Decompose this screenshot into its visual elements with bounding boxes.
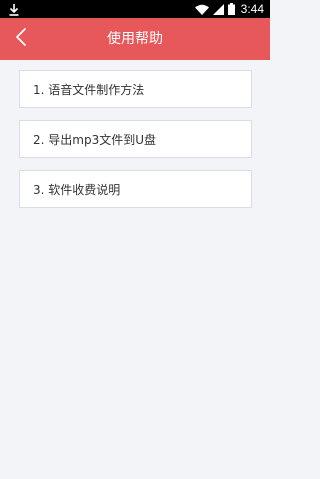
help-item-label: 1. 语音文件制作方法	[33, 82, 145, 97]
signal-icon	[212, 0, 224, 19]
status-time: 3:44	[240, 2, 264, 16]
wifi-icon	[194, 0, 209, 19]
page-title: 使用帮助	[107, 31, 163, 47]
help-item-export-mp3[interactable]: 2. 导出mp3文件到U盘	[19, 120, 252, 158]
download-icon	[8, 2, 20, 16]
help-item-fee-info[interactable]: 3. 软件收费说明	[19, 170, 252, 208]
help-list: 1. 语音文件制作方法 2. 导出mp3文件到U盘 3. 软件收费说明	[19, 70, 252, 220]
help-item-voice-file[interactable]: 1. 语音文件制作方法	[19, 70, 252, 108]
back-button[interactable]	[6, 23, 36, 55]
help-item-label: 2. 导出mp3文件到U盘	[33, 132, 156, 147]
chevron-left-icon	[15, 27, 27, 51]
help-item-label: 3. 软件收费说明	[33, 182, 121, 197]
battery-icon	[227, 0, 235, 19]
status-indicators: 3:44	[194, 0, 264, 19]
status-bar: 3:44	[0, 0, 270, 18]
app-bar: 使用帮助	[0, 18, 270, 60]
